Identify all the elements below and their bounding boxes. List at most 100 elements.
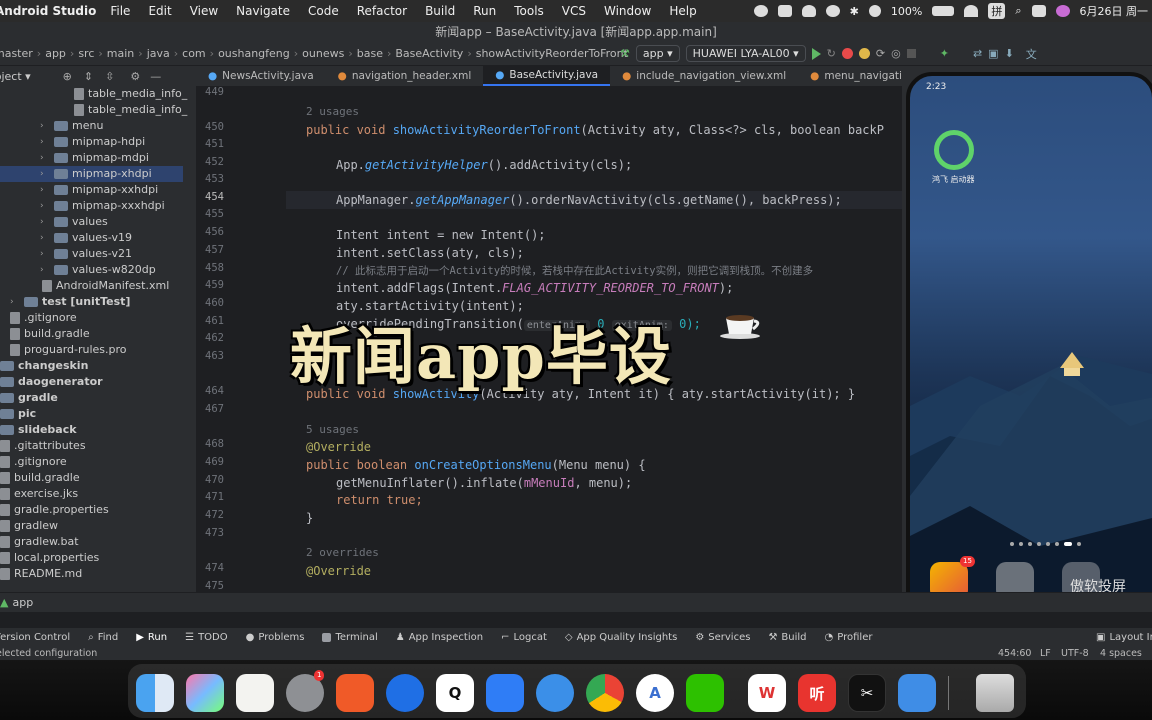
collapse-all-icon[interactable]: ⇳	[105, 70, 114, 83]
wps-icon[interactable]: W	[748, 674, 786, 712]
tree-item[interactable]: .gitignore	[0, 310, 77, 326]
breadcrumb-ounews[interactable]: ounews	[302, 47, 344, 60]
tree-item[interactable]: .gitignore	[0, 454, 67, 470]
chevron-right-icon[interactable]: ›	[40, 182, 50, 198]
tab-menu-navigation[interactable]: ●menu_navigation.xml	[798, 66, 902, 86]
tree-item[interactable]: › values-w820dp	[0, 262, 156, 278]
tab-news-activity[interactable]: ● NewsActivity.java	[196, 66, 326, 86]
window-close-icon[interactable]	[841, 48, 853, 59]
android-studio-icon[interactable]: A	[636, 674, 674, 712]
overrides-hint[interactable]: 2 overrides	[306, 544, 379, 562]
chevron-right-icon[interactable]: ›	[40, 262, 50, 278]
tool-logcat[interactable]: ⌐ Logcat	[501, 632, 547, 643]
wifi-icon[interactable]	[964, 5, 979, 17]
breadcrumb-java[interactable]: java	[147, 47, 170, 60]
tool-run[interactable]: ▶ Run	[136, 632, 167, 643]
tree-item[interactable]: .gitattributes	[0, 438, 86, 454]
capcut-icon[interactable]: ✂	[848, 674, 886, 712]
notification-icon[interactable]	[801, 5, 816, 17]
tool-build[interactable]: ⚒ Build	[768, 632, 806, 643]
tree-item[interactable]: local.properties	[0, 550, 99, 566]
tree-item[interactable]: gradlew	[0, 518, 58, 534]
apply-changes-icon[interactable]: ⟳	[876, 47, 885, 60]
window-minimize-icon[interactable]	[858, 48, 870, 59]
tree-item[interactable]: README.md	[0, 566, 82, 582]
chevron-right-icon[interactable]: ›	[40, 118, 50, 134]
tree-item[interactable]: › mipmap-mdpi	[0, 150, 149, 166]
breadcrumb-main[interactable]: main	[107, 47, 134, 60]
tree-item[interactable]: table_media_info_	[0, 86, 187, 102]
menu-navigate[interactable]: Navigate	[236, 4, 290, 18]
play-status-icon[interactable]	[868, 5, 881, 17]
tree-item[interactable]: › mipmap-xhdpi	[0, 166, 183, 182]
menu-window[interactable]: Window	[604, 4, 651, 18]
project-view-dropdown[interactable]: Project ▾	[0, 70, 31, 83]
run-config-dropdown[interactable]: app ▾	[635, 45, 680, 62]
breadcrumb-package[interactable]: oushangfeng	[218, 47, 290, 60]
tree-item[interactable]: › mipmap-xxhdpi	[0, 182, 158, 198]
sync-icon[interactable]: ⇄	[973, 47, 982, 60]
locate-icon[interactable]: ⊕	[63, 70, 72, 83]
caret-position[interactable]: 454:60	[998, 648, 1031, 659]
chevron-right-icon[interactable]: ›	[40, 214, 50, 230]
breadcrumb-branch[interactable]: master	[0, 47, 33, 60]
debug-icon[interactable]: ◎	[891, 47, 901, 60]
tree-item[interactable]: › values-v21	[0, 246, 132, 262]
chevron-right-icon[interactable]: ›	[40, 166, 50, 182]
menu-file[interactable]: File	[110, 4, 130, 18]
notes-icon[interactable]	[236, 674, 274, 712]
breadcrumb-base[interactable]: base	[357, 47, 383, 60]
tree-item[interactable]: daogenerator	[0, 374, 103, 390]
tree-item[interactable]: changeskin	[0, 358, 88, 374]
tree-item[interactable]: slideback	[0, 422, 77, 438]
tool-app-quality-insights[interactable]: ◇ App Quality Insights	[565, 632, 677, 643]
launchpad-icon[interactable]	[186, 674, 224, 712]
gear-icon[interactable]: ⚙	[130, 70, 140, 83]
tool-services[interactable]: ⚙ Services	[695, 632, 750, 643]
tool-app-inspection[interactable]: ♟ App Inspection	[396, 632, 483, 643]
stop-icon[interactable]	[906, 49, 916, 58]
menu-view[interactable]: View	[190, 4, 218, 18]
tool-layout-inspector[interactable]: ▣ Layout In	[1096, 632, 1152, 643]
breadcrumb-method[interactable]: showActivityReorderToFront	[476, 47, 628, 60]
wechat-icon[interactable]	[686, 674, 724, 712]
tree-item[interactable]: proguard-rules.pro	[0, 342, 127, 358]
device-manager-icon[interactable]: ▣	[988, 47, 998, 60]
chevron-right-icon[interactable]: ›	[40, 150, 50, 166]
finder-icon[interactable]	[136, 674, 174, 712]
safari-icon[interactable]	[536, 674, 574, 712]
screen-mirror-icon[interactable]	[898, 674, 936, 712]
siri-icon[interactable]	[1055, 5, 1070, 17]
breadcrumb-src[interactable]: src	[78, 47, 94, 60]
tree-item[interactable]: › menu	[0, 118, 103, 134]
phone-screen[interactable]: 2:23 鸿飞 启动器 15 傲软投屏	[906, 72, 1152, 620]
tree-item[interactable]: › values-v19	[0, 230, 132, 246]
chevron-right-icon[interactable]: ›	[40, 230, 50, 246]
chevron-right-icon[interactable]: ›	[40, 134, 50, 150]
line-separator[interactable]: LF	[1040, 648, 1051, 659]
chevron-right-icon[interactable]: ›	[40, 198, 50, 214]
menu-edit[interactable]: Edit	[148, 4, 171, 18]
breadcrumb-com[interactable]: com	[182, 47, 206, 60]
tree-item[interactable]: gradlew.bat	[0, 534, 79, 550]
tree-item[interactable]: build.gradle	[0, 326, 90, 342]
tree-item[interactable]: › test [unitTest]	[0, 294, 130, 310]
control-center-icon[interactable]	[1031, 5, 1046, 17]
device-dropdown[interactable]: HUAWEI LYA-AL00 ▾	[685, 45, 806, 62]
file-encoding[interactable]: UTF-8	[1061, 648, 1089, 659]
tab-navigation-header[interactable]: ● navigation_header.xml	[326, 66, 484, 86]
attach-debugger-icon[interactable]: ✦	[940, 47, 949, 60]
chevron-right-icon[interactable]: ›	[10, 294, 20, 310]
trash-icon[interactable]	[976, 674, 1014, 712]
menu-build[interactable]: Build	[425, 4, 455, 18]
chrome-icon[interactable]	[586, 674, 624, 712]
tree-item[interactable]: AndroidManifest.xml	[0, 278, 169, 294]
menubar-clock[interactable]: 6月26日 周一	[1080, 3, 1149, 19]
screen-tool-icon[interactable]	[777, 5, 792, 17]
tool-todo[interactable]: ☰ TODO	[185, 632, 228, 643]
record-icon[interactable]	[753, 5, 768, 17]
hammer-icon[interactable]: ⚒	[620, 47, 630, 60]
tool-profiler[interactable]: ◔ Profiler	[825, 632, 873, 643]
tool-find[interactable]: ⌕ Find	[88, 632, 118, 643]
tree-item[interactable]: gradle	[0, 390, 58, 406]
